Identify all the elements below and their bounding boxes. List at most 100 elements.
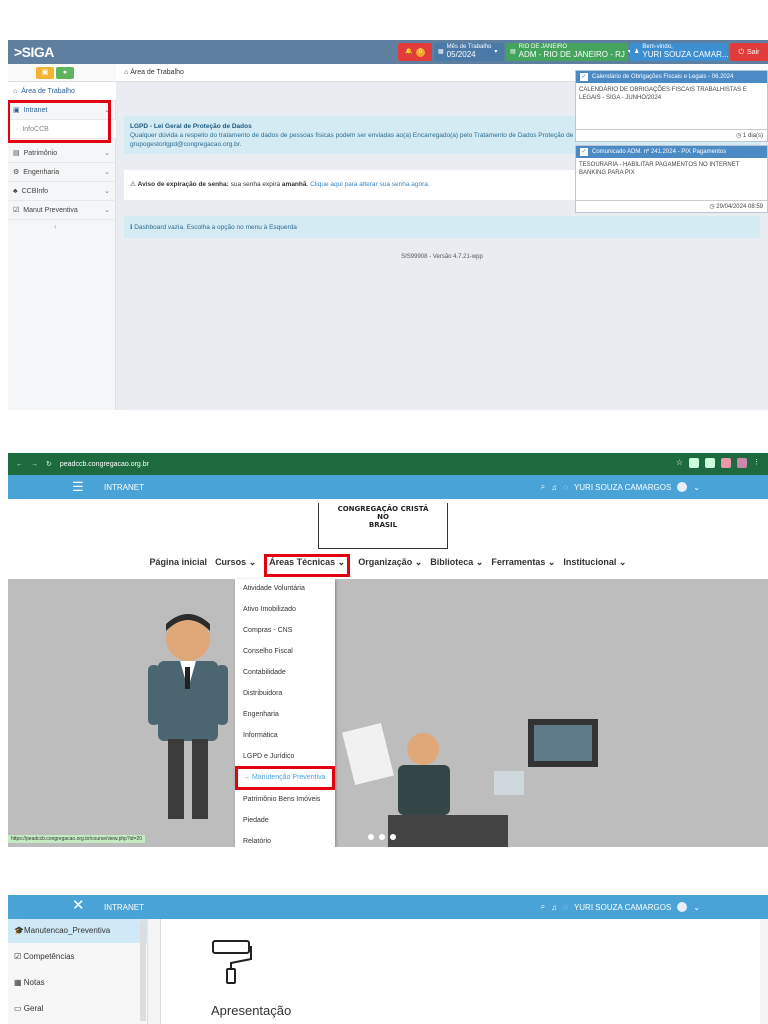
browser-window: ← → ↻ peadccb.congregacao.org.br ☆ ⋮ ☰ I… bbox=[8, 453, 768, 847]
menu-institucional[interactable]: Institucional ⌄ bbox=[563, 557, 626, 577]
bell-icon[interactable]: ♫ bbox=[551, 903, 557, 912]
sidebar-item-manut-preventiva[interactable]: ☑ Manut Preventiva ⌄ bbox=[8, 201, 116, 220]
chevron-down-icon[interactable]: ⌄ bbox=[693, 903, 700, 912]
work-month-value: 05/2024 bbox=[446, 50, 476, 59]
sidebar-item-label: Engenharia bbox=[23, 168, 60, 176]
course-main: Apresentação bbox=[148, 919, 768, 1024]
dropdown-item[interactable]: Patrimônio Bens Imóveis bbox=[235, 790, 335, 811]
notification-card[interactable]: ✓ Comunicado ADM. nº 241.2024 - PIX Pagam… bbox=[575, 145, 768, 213]
bell-icon[interactable]: ♫ bbox=[551, 483, 557, 492]
menu-cursos[interactable]: Cursos ⌄ bbox=[215, 557, 256, 577]
check-icon: ✓ bbox=[580, 148, 588, 156]
avatar[interactable] bbox=[677, 902, 688, 912]
user-name: YURI SOUZA CAMARGOS bbox=[573, 902, 672, 912]
extension-icon[interactable] bbox=[705, 458, 715, 468]
avatar[interactable] bbox=[677, 482, 688, 492]
power-icon: ⏻ bbox=[738, 48, 745, 56]
user-icon: ♟ bbox=[634, 48, 640, 55]
chat-icon[interactable]: ◌ bbox=[563, 903, 568, 912]
notifications-button[interactable]: 🔔 0 bbox=[398, 43, 432, 61]
close-icon[interactable]: ✕ bbox=[72, 898, 85, 913]
dropdown-item[interactable]: Engenharia bbox=[235, 705, 335, 726]
collapse-sidebar-icon[interactable]: ‹ bbox=[54, 222, 57, 231]
menu-biblioteca[interactable]: Biblioteca ⌄ bbox=[430, 557, 483, 577]
logout-label: Sair bbox=[747, 48, 760, 56]
dropdown-item[interactable]: Atividade Voluntária bbox=[235, 579, 335, 600]
star-icon[interactable]: ☆ bbox=[676, 458, 683, 468]
menu-ferramentas[interactable]: Ferramentas ⌄ bbox=[491, 557, 555, 577]
home-icon: ⌂ bbox=[124, 69, 129, 76]
siga-window: >SIGA 🔔 0 ▦ Mês de Trabalho 05/2024 ▾ ▤ … bbox=[8, 40, 768, 410]
dropdown-item[interactable]: Ativo Imobilizado bbox=[235, 600, 335, 621]
dropdown-item[interactable]: Distribuidora bbox=[235, 684, 335, 705]
table-icon: ▦ bbox=[14, 978, 24, 987]
notification-count-badge: 0 bbox=[415, 47, 425, 57]
main-menu: Página inicial Cursos ⌄ Áreas Técnicas ⌄… bbox=[8, 554, 768, 577]
document-icon: ▤ bbox=[13, 150, 20, 157]
menu-dots-icon[interactable]: ⋮ bbox=[753, 458, 760, 468]
sidebar-item-area-de-trabalho[interactable]: ⌂ Área de Trabalho bbox=[8, 82, 116, 101]
course-nav-competencias[interactable]: ☑ Competências bbox=[8, 945, 148, 969]
chat-shortcut-icon[interactable]: ● bbox=[56, 67, 74, 79]
intranet-topbar: ☰ INTRANET ⌕ ♫ ◌ YURI SOUZA CAMARGOS ⌄ bbox=[8, 475, 768, 499]
extension-icon[interactable] bbox=[689, 458, 699, 468]
address-bar[interactable]: peadccb.congregacao.org.br bbox=[60, 461, 149, 468]
course-nav-notas[interactable]: ▦ Notas bbox=[8, 971, 148, 995]
chat-icon[interactable]: ◌ bbox=[563, 483, 568, 492]
menu-organizacao[interactable]: Organização ⌄ bbox=[358, 557, 422, 577]
course-nav-manutencao[interactable]: 🎓Manutencao_Preventiva bbox=[8, 919, 148, 943]
user-area[interactable]: ⌕ ♫ ◌ YURI SOUZA CAMARGOS ⌄ bbox=[541, 902, 700, 912]
sidebar-item-label: Patrimônio bbox=[23, 149, 58, 157]
sidebar-scrollbar[interactable] bbox=[140, 921, 146, 1021]
status-url: https://peadccb.congregacao.org.br/cours… bbox=[8, 835, 146, 843]
sidebar-item-patrimonio[interactable]: ▤ Patrimônio ⌄ bbox=[8, 144, 116, 163]
chevron-down-icon[interactable]: ⌄ bbox=[693, 483, 700, 492]
reload-icon[interactable]: ↻ bbox=[46, 460, 52, 468]
checkbox-icon: ☑ bbox=[13, 207, 20, 214]
user-area[interactable]: ⌕ ♫ ◌ YURI SOUZA CAMARGOS ⌄ bbox=[541, 482, 700, 492]
region-button[interactable]: ▤ RIO DE JANEIRO ADM - RIO DE JANEIRO - … bbox=[506, 43, 631, 61]
dropdown-item[interactable]: Informática bbox=[235, 726, 335, 747]
back-icon[interactable]: ← bbox=[16, 461, 23, 468]
menu-areas-tecnicas[interactable]: Áreas Técnicas ⌄ bbox=[264, 554, 351, 577]
extension-icon[interactable] bbox=[721, 458, 731, 468]
intranet-topbar: ✕ INTRANET ⌕ ♫ ◌ YURI SOUZA CAMARGOS ⌄ bbox=[8, 895, 768, 919]
clock-icon: ◷ bbox=[736, 133, 742, 139]
profile-icon[interactable] bbox=[737, 458, 747, 468]
change-password-link[interactable]: Clique aqui para alterar sua senha agora… bbox=[310, 181, 430, 188]
dropdown-item-manutencao-preventiva[interactable]: → Manutenção Preventiva bbox=[235, 766, 335, 790]
search-icon[interactable]: ⌕ bbox=[541, 902, 545, 912]
dropdown-item[interactable]: Contabilidade bbox=[235, 663, 335, 684]
hero-illustration bbox=[148, 614, 598, 847]
menu-pagina-inicial[interactable]: Página inicial bbox=[150, 557, 208, 577]
siga-logo[interactable]: >SIGA bbox=[14, 44, 54, 60]
dropdown-item[interactable]: Compras - CNS bbox=[235, 621, 335, 642]
carousel-dots[interactable] bbox=[368, 834, 396, 840]
clock-icon: ◷ bbox=[709, 204, 715, 210]
dropdown-item[interactable]: LGPD e Jurídico bbox=[235, 747, 335, 768]
dropdown-item[interactable]: Piedade bbox=[235, 811, 335, 832]
course-nav-geral[interactable]: ▭ Geral bbox=[8, 997, 148, 1021]
dropdown-item[interactable]: Conselho Fiscal bbox=[235, 642, 335, 663]
info-icon: ℹ bbox=[130, 224, 133, 231]
dropdown-item[interactable]: Relatório bbox=[235, 832, 335, 847]
sidebar-item-ccbinfo[interactable]: ♣ CCBInfo ⌄ bbox=[8, 182, 116, 201]
sidebar-item-engenharia[interactable]: ⚙ Engenharia ⌄ bbox=[8, 163, 116, 182]
warning-icon: ⚠ bbox=[130, 181, 136, 188]
chevron-down-icon: ⌄ bbox=[104, 207, 110, 214]
forward-icon[interactable]: → bbox=[31, 461, 38, 468]
user-menu-button[interactable]: ♟ Bem-vindo, YURI SOUZA CAMAR... ▾ bbox=[630, 43, 735, 61]
search-icon[interactable]: ⌕ bbox=[541, 482, 545, 492]
region-bottom: ADM - RIO DE JANEIRO - RJ bbox=[518, 50, 625, 59]
course-sidebar: 🎓Manutencao_Preventiva ☑ Competências ▦ … bbox=[8, 919, 148, 1024]
work-month-button[interactable]: ▦ Mês de Trabalho 05/2024 ▾ bbox=[434, 43, 504, 61]
ccb-logo[interactable]: CONGREGAÇÃO CRISTÃ NO BRASIL bbox=[318, 503, 448, 549]
sidebar-item-label: CCBInfo bbox=[21, 187, 49, 195]
notification-card[interactable]: ✓ Calendário de Obrigações Fiscais e Lega… bbox=[575, 70, 768, 142]
hamburger-icon[interactable]: ☰ bbox=[72, 480, 84, 493]
intranet-title: INTRANET bbox=[104, 903, 144, 912]
logout-button[interactable]: ⏻ Sair bbox=[730, 43, 768, 61]
caret-down-icon: ▾ bbox=[494, 48, 498, 55]
graduation-cap-icon: 🎓 bbox=[14, 926, 24, 935]
folder-shortcut-icon[interactable]: ▣ bbox=[36, 67, 54, 79]
